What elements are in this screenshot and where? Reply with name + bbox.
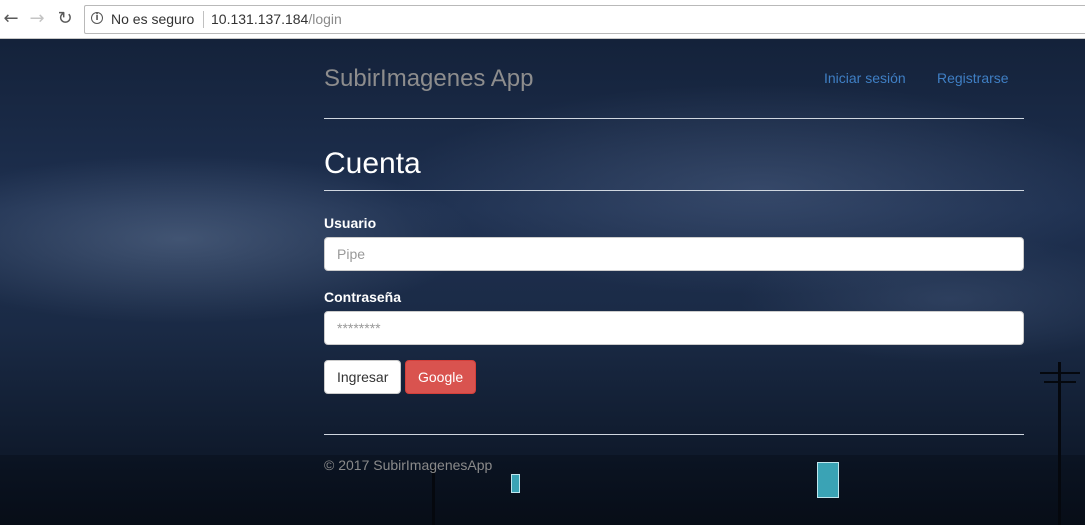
utility-pole-crossbar-decoration (1040, 372, 1080, 374)
nav-link-iniciar-sesion[interactable]: Iniciar sesión (824, 70, 906, 86)
forward-arrow-icon[interactable]: → (26, 8, 48, 30)
background-ground (0, 455, 1085, 525)
url-text[interactable]: 10.131.137.184/login (211, 11, 342, 27)
info-icon[interactable]: i (91, 12, 103, 24)
road-sign-decoration (511, 474, 520, 493)
login-button[interactable]: Ingresar (324, 360, 401, 394)
page-title: Cuenta (324, 147, 421, 180)
security-label[interactable]: No es seguro (111, 11, 194, 27)
footer-divider (324, 434, 1024, 435)
back-arrow-icon[interactable]: ← (0, 8, 22, 30)
address-bar[interactable]: i No es seguro 10.131.137.184/login (84, 5, 1085, 34)
url-path: /login (308, 11, 342, 27)
utility-pole-decoration (1058, 362, 1061, 525)
signpost-decoration (432, 467, 435, 525)
password-label: Contraseña (324, 289, 402, 305)
brand-title[interactable]: SubirImagenes App (324, 65, 533, 93)
header-divider (324, 118, 1024, 119)
url-divider (203, 11, 204, 28)
username-label: Usuario (324, 215, 377, 231)
nav-link-registrarse[interactable]: Registrarse (937, 70, 1009, 86)
url-host: 10.131.137.184 (211, 11, 309, 27)
footer-copyright: © 2017 SubirImagenesApp (324, 457, 493, 473)
title-divider (324, 190, 1024, 191)
google-login-button[interactable]: Google (405, 360, 476, 394)
reload-icon[interactable]: ↻ (54, 8, 76, 30)
utility-pole-crossbar-decoration (1044, 381, 1076, 383)
background-image (0, 39, 1085, 525)
road-sign-decoration (817, 462, 839, 498)
password-input[interactable] (324, 311, 1024, 345)
username-input[interactable] (324, 237, 1024, 271)
browser-toolbar: ← → ↻ i No es seguro 10.131.137.184/logi… (0, 0, 1085, 39)
